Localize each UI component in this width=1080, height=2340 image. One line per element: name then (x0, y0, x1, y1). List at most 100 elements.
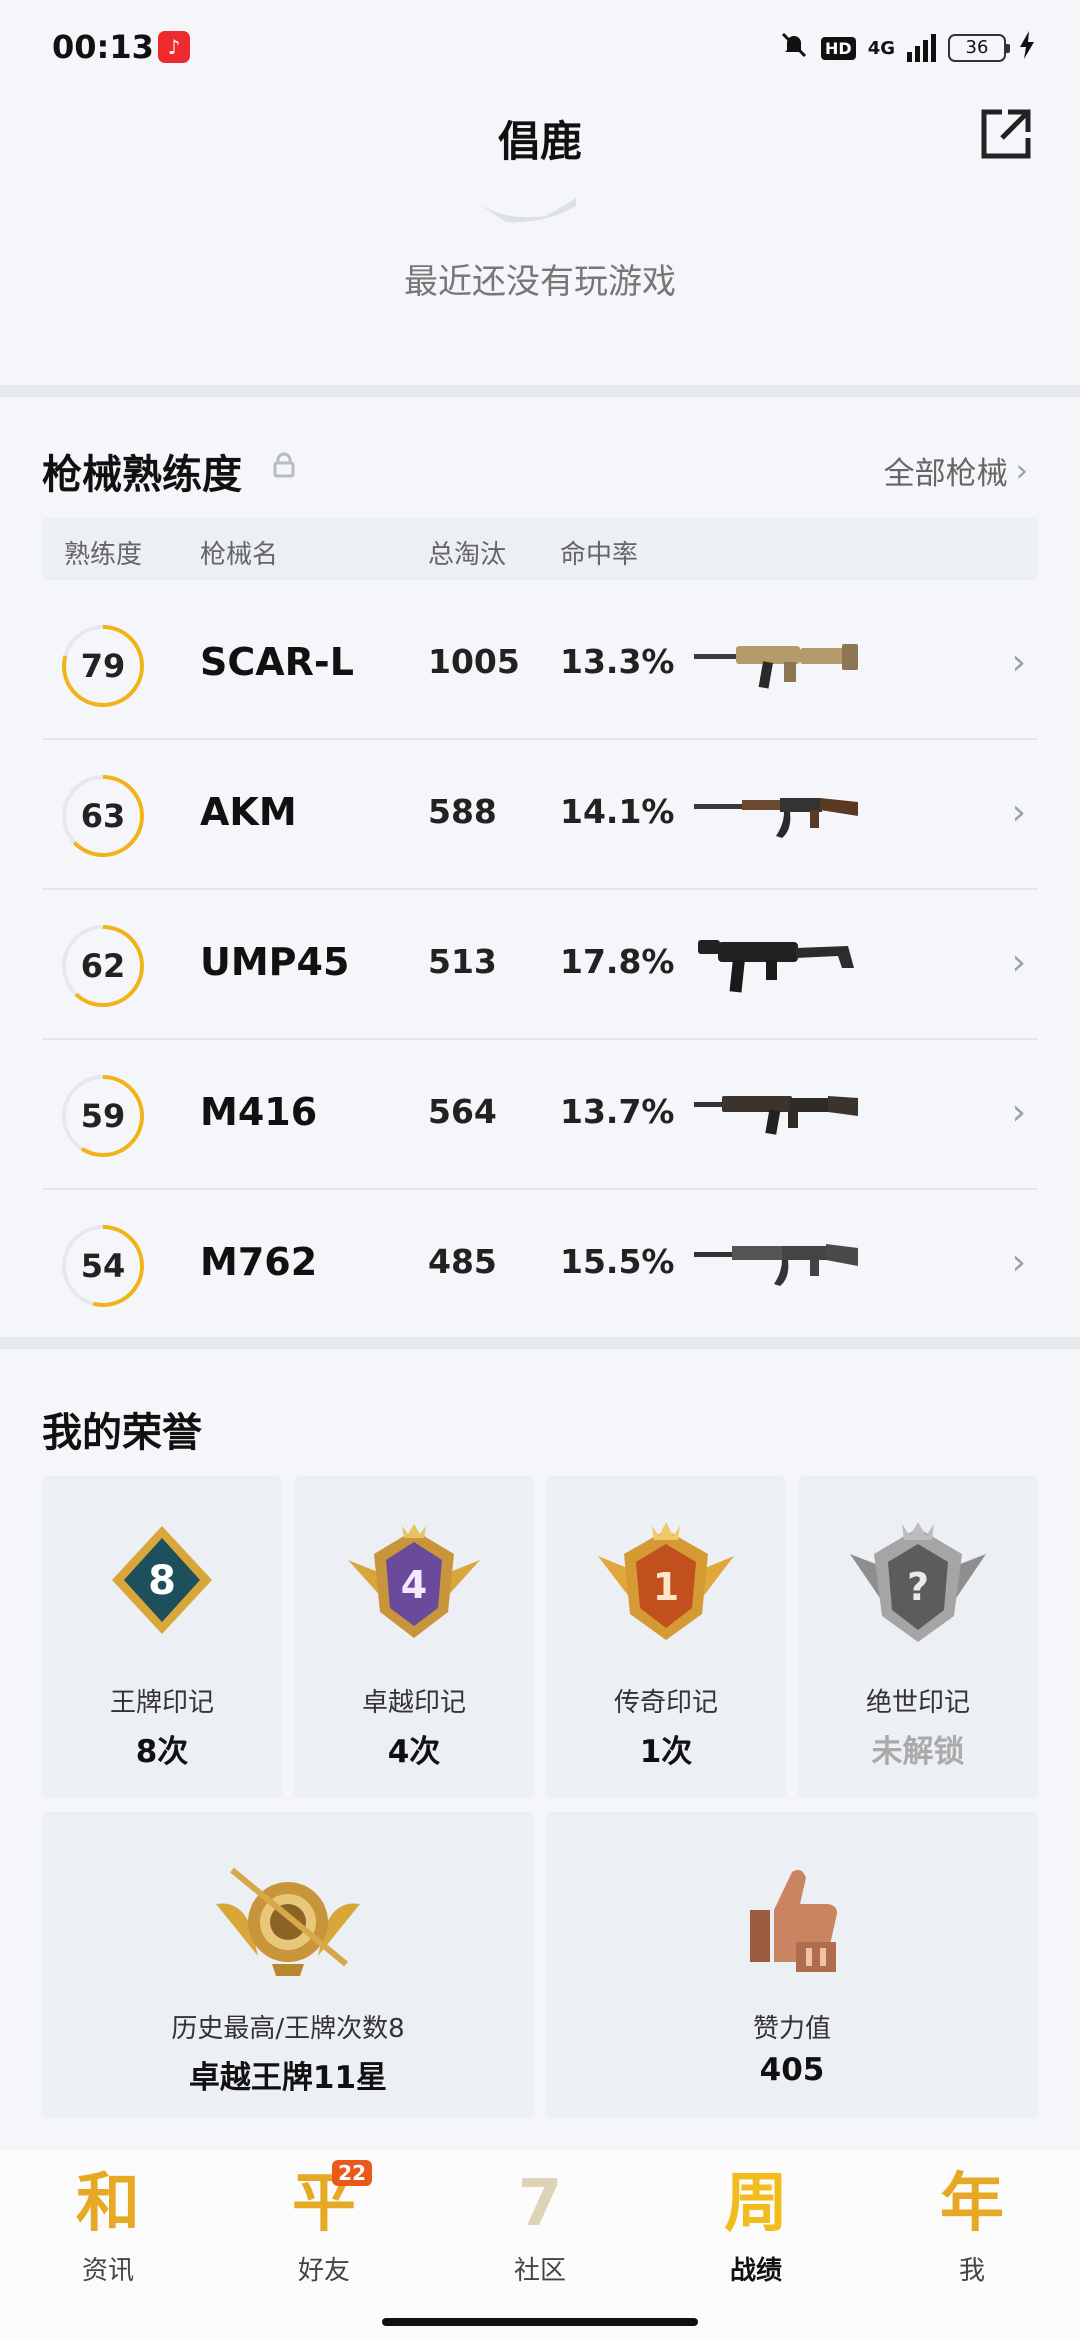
honor-value-locked: 未解锁 (871, 1734, 965, 1770)
tab-label: 社区 (513, 2256, 566, 2286)
accuracy: 13.7% (560, 1092, 675, 1131)
honor-value: 1次 (639, 1734, 693, 1770)
honor-value: 405 (759, 2052, 825, 2088)
records-tab-icon: 周 (716, 2164, 796, 2244)
all-weapons-link[interactable]: 全部枪械 › (884, 448, 1028, 493)
chevron-right-icon: › (1011, 792, 1026, 833)
honor-label: 传奇印记 (613, 1688, 718, 1718)
accuracy: 14.1% (560, 792, 675, 831)
proficiency-value: 54 (80, 1247, 126, 1285)
tab-friends[interactable]: 平 22 好友 (216, 2160, 432, 2287)
weapon-proficiency-title: 枪械熟练度 (42, 452, 242, 498)
total-kills: 1005 (428, 642, 520, 681)
total-kills: 564 (428, 1092, 497, 1131)
weapon-row[interactable]: 62 UMP45 513 17.8% › (42, 890, 1038, 1040)
friends-tab-icon: 平 22 (284, 2160, 372, 2244)
tab-label: 我 (958, 2256, 985, 2286)
rank-crest-icon (216, 1867, 360, 1976)
empty-illustration (476, 198, 576, 223)
proficiency-value: 79 (80, 647, 126, 685)
tab-label: 好友 (297, 2256, 350, 2286)
tab-me[interactable]: 年 我 (864, 2164, 1080, 2287)
tab-label: 战绩 (729, 2256, 782, 2286)
honor-label: 历史最高/王牌次数8 (171, 2014, 405, 2044)
weapon-row[interactable]: 59 M416 564 13.7% › (42, 1040, 1038, 1190)
lock-icon[interactable] (272, 452, 296, 478)
col-weapon-name: 枪械名 (200, 540, 279, 570)
home-indicator[interactable] (382, 2318, 698, 2326)
accuracy: 17.8% (560, 942, 675, 981)
honor-label: 王牌印记 (109, 1688, 214, 1718)
tab-label: 资讯 (81, 2256, 134, 2286)
total-kills: 588 (428, 792, 497, 831)
honor-card-highest-rank[interactable]: 历史最高/王牌次数8 卓越王牌11星 (42, 1812, 534, 2118)
m762-rifle-icon (694, 1244, 858, 1286)
status-icons: HD 4G 36 (779, 28, 1036, 68)
total-kills: 485 (428, 1242, 497, 1281)
tab-news[interactable]: 和 资讯 (0, 2164, 216, 2287)
music-app-icon: ♪ (158, 31, 190, 63)
mute-bell-icon (779, 30, 809, 67)
m416-rifle-icon (694, 1096, 858, 1135)
weapon-name: AKM (200, 790, 297, 834)
share-button[interactable] (978, 106, 1034, 162)
weapon-table-header: 熟练度 枪械名 总淘汰 命中率 (42, 518, 1038, 580)
peerless-emblem-icon: ? (850, 1522, 986, 1642)
honor-label: 绝世印记 (865, 1688, 970, 1718)
excellence-emblem-number: 4 (401, 1563, 427, 1607)
honor-card-legend[interactable]: 1 传奇印记 1次 (546, 1476, 786, 1798)
honor-card-ace[interactable]: 8 王牌印记 8次 (42, 1476, 282, 1798)
honor-label: 赞力值 (752, 2014, 831, 2044)
chevron-right-icon: › (1011, 1092, 1026, 1133)
network-type: 4G (867, 37, 895, 59)
weapon-row[interactable]: 63 AKM 588 14.1% › (42, 740, 1038, 890)
section-divider (0, 1337, 1080, 1349)
honor-card-peerless[interactable]: ? 绝世印记 未解锁 (798, 1476, 1038, 1798)
weapon-name: M416 (200, 1090, 318, 1134)
honors-title: 我的荣誉 (42, 1410, 202, 1456)
thumbs-up-icon (750, 1870, 837, 1972)
total-kills: 513 (428, 942, 497, 981)
hd-badge: HD (821, 36, 856, 60)
bottom-nav: 和 资讯 平 22 好友 7 社区 周 战绩 年 我 (0, 2150, 1080, 2340)
akm-rifle-icon (694, 798, 858, 838)
share-external-icon (981, 109, 1031, 159)
charging-icon (1018, 30, 1036, 67)
tab-community[interactable]: 7 社区 (432, 2164, 648, 2287)
honor-value: 卓越王牌11星 (188, 2060, 388, 2096)
chevron-right-icon: › (1011, 1242, 1026, 1283)
status-time: 00:13 (52, 28, 154, 66)
news-tab-icon: 和 (76, 2167, 140, 2241)
tab-records[interactable]: 周 战绩 (648, 2164, 864, 2287)
battery-icon: 36 (948, 34, 1010, 62)
page-title: 倡鹿 (497, 117, 582, 166)
weapon-row[interactable]: 79 SCAR-L 1005 13.3% › (42, 590, 1038, 740)
section-divider (0, 385, 1080, 397)
signal-icon (907, 34, 936, 62)
honor-card-excellence[interactable]: 4 卓越印记 4次 (294, 1476, 534, 1798)
weapon-name: UMP45 (200, 940, 350, 984)
ace-emblem-icon: 8 (112, 1526, 212, 1634)
col-accuracy: 命中率 (560, 540, 639, 570)
notification-badge: 22 (332, 2160, 372, 2186)
accuracy: 15.5% (560, 1242, 675, 1281)
peerless-emblem-number: ? (907, 1565, 929, 1609)
proficiency-value: 62 (80, 947, 126, 985)
chevron-right-icon: › (1015, 452, 1028, 489)
honor-card-likes[interactable]: 赞力值 405 (546, 1812, 1038, 2118)
honor-value: 8次 (135, 1734, 189, 1770)
ump45-smg-icon (698, 940, 854, 993)
status-bar: 00:13 ♪ HD 4G 36 (0, 0, 1080, 96)
chevron-right-icon: › (1011, 942, 1026, 983)
legend-emblem-number: 1 (653, 1565, 679, 1609)
ace-emblem-number: 8 (148, 1558, 176, 1604)
weapon-row[interactable]: 54 M762 485 15.5% › (42, 1190, 1038, 1340)
weapon-name: M762 (200, 1240, 318, 1284)
honor-value: 4次 (387, 1734, 441, 1770)
honor-label: 卓越印记 (361, 1688, 466, 1718)
community-tab-icon: 7 (517, 2167, 563, 2241)
proficiency-value: 59 (80, 1097, 126, 1135)
weapon-name: SCAR-L (200, 640, 354, 684)
proficiency-value: 63 (80, 797, 126, 835)
legend-emblem-icon: 1 (598, 1522, 734, 1640)
